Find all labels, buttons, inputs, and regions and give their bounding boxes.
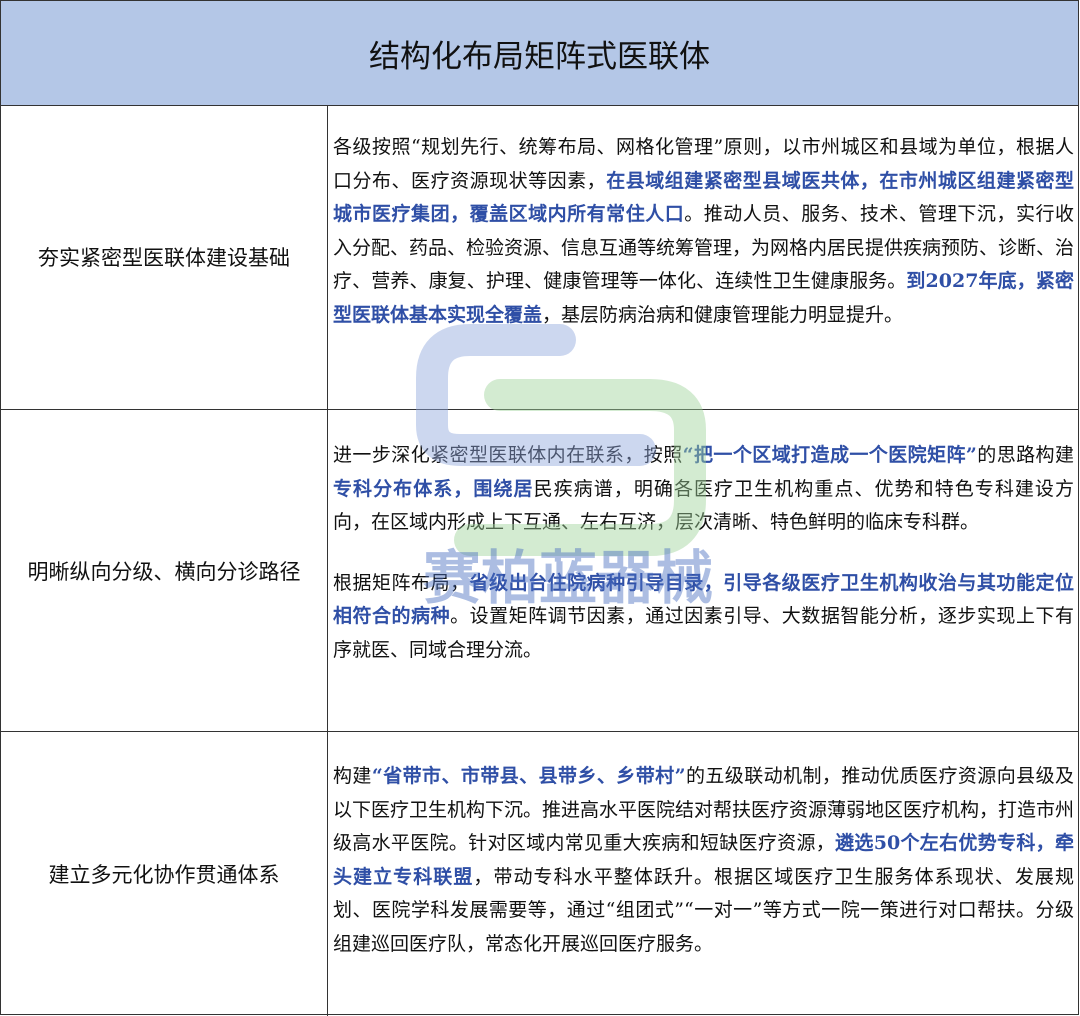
table-row: 建立多元化协作贯通体系 构建“省带市、市带县、县带乡、乡带村”的五级联动机制，推… <box>1 732 1078 1016</box>
row-label: 明晰纵向分级、横向分诊路径 <box>1 410 328 731</box>
paragraph: 构建“省带市、市带县、县带乡、乡带村”的五级联动机制，推动优质医疗资源向县级及以… <box>333 760 1074 961</box>
row-label: 夯实紧密型医联体建设基础 <box>1 105 328 409</box>
row-label: 建立多元化协作贯通体系 <box>1 732 328 1016</box>
highlighted-text: “省带市、市带县、县带乡、乡带村” <box>371 765 686 787</box>
matrix-table: 结构化布局矩阵式医联体 夯实紧密型医联体建设基础 各级按照“规划先行、统筹布局、… <box>0 0 1079 1016</box>
body-text: 构建 <box>333 765 372 787</box>
paragraph: 进一步深化紧密型医联体内在联系，按照“把一个区域打造成一个医院矩阵”的思路构建专… <box>333 439 1074 540</box>
highlighted-text: 专科分布体系，围绕居 <box>333 477 534 500</box>
row-content: 各级按照“规划先行、统筹布局、网格化管理”原则，以市州城区和县域为单位，根据人口… <box>328 105 1078 409</box>
paragraph: 各级按照“规划先行、统筹布局、网格化管理”原则，以市州城区和县域为单位，根据人口… <box>333 131 1074 332</box>
body-text: 的思路构建 <box>976 444 1074 466</box>
body-text: ，基层防病治病和健康管理能力明显提升。 <box>542 303 904 326</box>
row-content: 构建“省带市、市带县、县带乡、乡带村”的五级联动机制，推动优质医疗资源向县级及以… <box>328 732 1078 1016</box>
body-text: 进一步深化紧密型医联体内在联系，按照 <box>333 444 683 466</box>
row-content: 进一步深化紧密型医联体内在联系，按照“把一个区域打造成一个医院矩阵”的思路构建专… <box>328 410 1078 731</box>
highlighted-text: “把一个区域打造成一个医院矩阵” <box>682 444 977 466</box>
table-title: 结构化布局矩阵式医联体 <box>1 1 1078 106</box>
body-text: 根据矩阵布局， <box>333 571 470 594</box>
paragraph: 根据矩阵布局，省级出台住院病种引导目录，引导各级医疗卫生机构收治与其功能定位相符… <box>333 567 1074 668</box>
table-row: 明晰纵向分级、横向分诊路径 进一步深化紧密型医联体内在联系，按照“把一个区域打造… <box>1 410 1078 732</box>
table-row: 夯实紧密型医联体建设基础 各级按照“规划先行、统筹布局、网格化管理”原则，以市州… <box>1 105 1078 410</box>
